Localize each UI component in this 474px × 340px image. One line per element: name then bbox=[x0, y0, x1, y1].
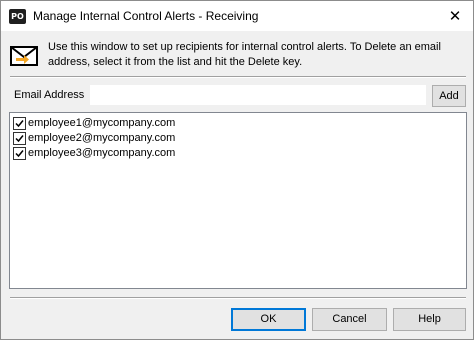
window-title: Manage Internal Control Alerts - Receivi… bbox=[33, 9, 259, 23]
help-button[interactable]: Help bbox=[393, 308, 466, 331]
email-address-input[interactable] bbox=[90, 85, 426, 105]
recipient-checkbox[interactable] bbox=[13, 132, 26, 145]
checkmark-icon bbox=[15, 150, 24, 158]
app-icon: PO bbox=[9, 9, 26, 24]
recipient-email: employee2@mycompany.com bbox=[28, 132, 176, 144]
title-bar[interactable]: PO Manage Internal Control Alerts - Rece… bbox=[1, 1, 473, 31]
close-icon[interactable]: ✕ bbox=[443, 4, 467, 28]
recipient-email: employee3@mycompany.com bbox=[28, 147, 176, 159]
recipient-email: employee1@mycompany.com bbox=[28, 117, 176, 129]
envelope-icon bbox=[10, 46, 38, 66]
checkmark-icon bbox=[15, 135, 24, 143]
info-text: Use this window to set up recipients for… bbox=[48, 41, 441, 68]
ok-button[interactable]: OK bbox=[231, 308, 306, 331]
dialog-window: PO Manage Internal Control Alerts - Rece… bbox=[0, 0, 474, 340]
checkmark-icon bbox=[15, 120, 24, 128]
recipient-checkbox[interactable] bbox=[13, 147, 26, 160]
recipient-checkbox[interactable] bbox=[13, 117, 26, 130]
separator bbox=[10, 76, 466, 78]
email-address-label: Email Address bbox=[14, 89, 85, 101]
add-button[interactable]: Add bbox=[432, 85, 466, 107]
separator bbox=[10, 297, 466, 299]
info-panel: Use this window to set up recipients for… bbox=[10, 39, 466, 71]
cancel-button[interactable]: Cancel bbox=[312, 308, 387, 331]
recipient-list[interactable]: employee1@mycompany.com employee2@mycomp… bbox=[9, 112, 467, 289]
